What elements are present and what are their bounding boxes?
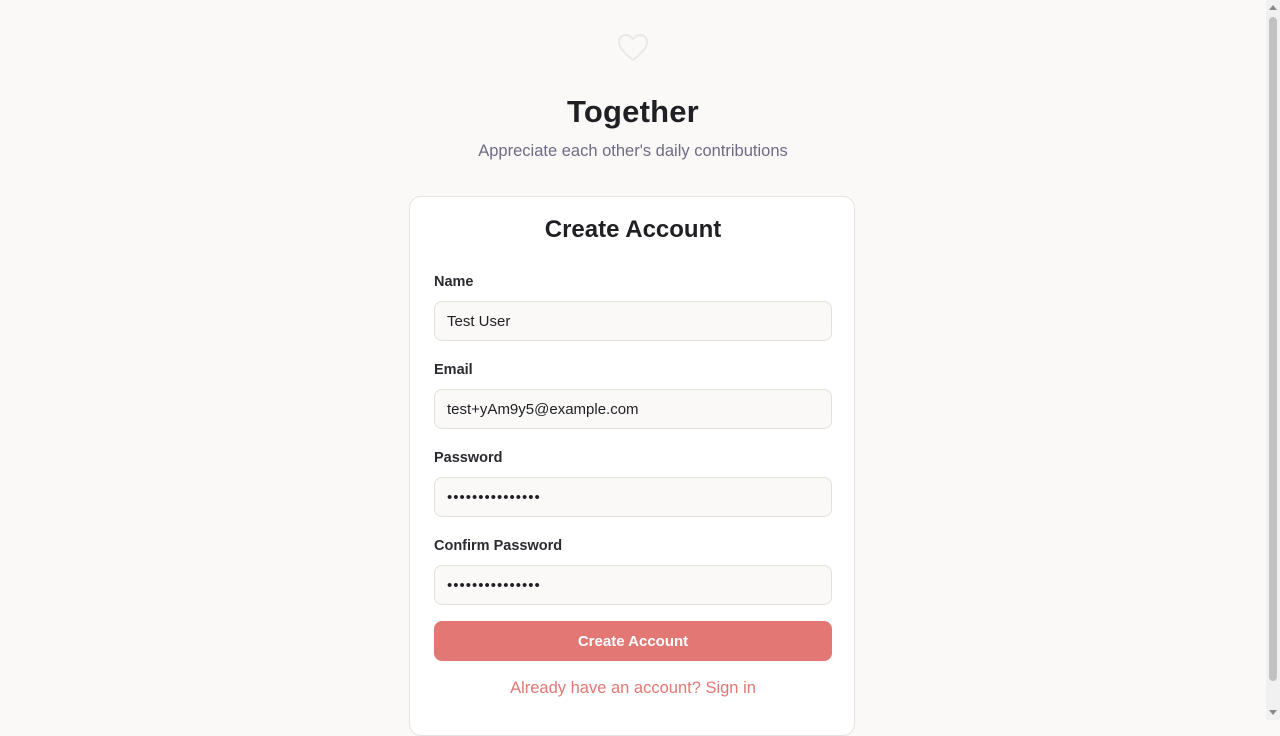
confirm-password-label: Confirm Password xyxy=(434,538,563,554)
app-subtitle: Appreciate each other's daily contributi… xyxy=(478,142,788,160)
heart-icon xyxy=(618,34,648,61)
vertical-scrollbar[interactable] xyxy=(1266,0,1280,720)
signup-page: Together Appreciate each other's daily c… xyxy=(0,0,1266,736)
email-field[interactable] xyxy=(434,389,832,429)
scroll-down-icon[interactable] xyxy=(1269,710,1277,715)
signup-card: Create Account Name Email Password Confi… xyxy=(409,196,855,736)
password-label: Password xyxy=(434,450,503,466)
name-field[interactable] xyxy=(434,301,832,341)
create-account-button[interactable]: Create Account xyxy=(434,621,832,661)
name-label: Name xyxy=(434,274,474,290)
form-title: Create Account xyxy=(544,216,722,243)
confirm-password-field[interactable] xyxy=(434,565,832,605)
scroll-up-icon[interactable] xyxy=(1269,5,1277,10)
sign-in-link[interactable]: Already have an account? Sign in xyxy=(410,679,856,698)
app-title: Together xyxy=(567,94,699,129)
password-field[interactable] xyxy=(434,477,832,517)
email-label: Email xyxy=(434,362,473,378)
scrollbar-thumb[interactable] xyxy=(1269,17,1277,681)
